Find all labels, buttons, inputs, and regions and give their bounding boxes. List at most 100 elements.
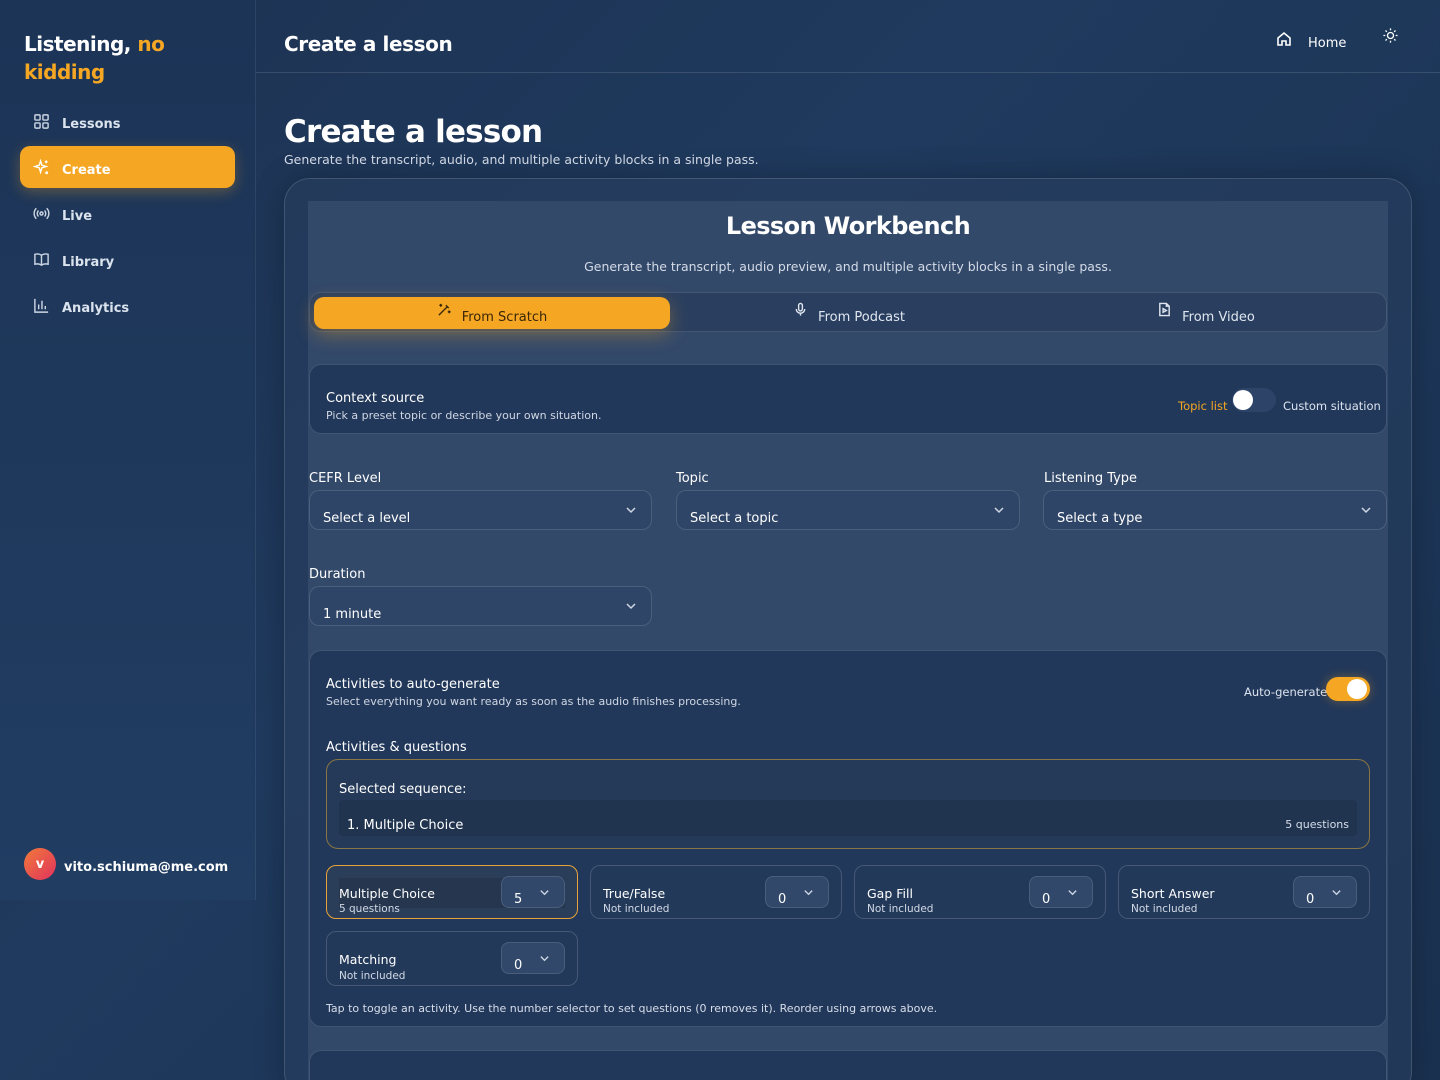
- select-value: Select a level: [323, 511, 411, 526]
- duration-select[interactable]: 1 minute: [309, 586, 652, 626]
- page-subtitle: Generate the transcript, audio, and mult…: [284, 152, 759, 167]
- selected-sequence-label: Selected sequence:: [339, 782, 467, 797]
- home-button[interactable]: Home: [1276, 26, 1346, 51]
- question-count-value: 5: [514, 892, 523, 907]
- mode-tabs: From Scratch From Podcast From Video: [309, 292, 1387, 332]
- chevron-down-icon: [1361, 507, 1371, 514]
- activity-status: Not included: [1131, 903, 1198, 915]
- activity-tile-short-answer[interactable]: Short Answer Not included 0: [1118, 865, 1370, 919]
- workbench-title: Lesson Workbench: [725, 212, 971, 240]
- question-count-select[interactable]: 5: [501, 876, 565, 908]
- home-icon: [1277, 31, 1291, 46]
- sequence-item[interactable]: 1. Multiple Choice 5 questions: [339, 800, 1357, 836]
- activity-tile-multiple-choice[interactable]: Multiple Choice 5 questions 5: [326, 865, 578, 919]
- theme-toggle-button[interactable]: [1382, 27, 1399, 48]
- tab-from-video[interactable]: From Video: [1028, 297, 1384, 329]
- brand-logo[interactable]: Listening, no kidding: [24, 30, 224, 86]
- sidebar-item-label: Lessons: [62, 116, 121, 132]
- topic-select[interactable]: Select a topic: [676, 490, 1020, 530]
- activity-tile-matching[interactable]: Matching Not included 0: [326, 931, 578, 986]
- brand-word-kidding: kidding: [24, 60, 105, 84]
- auto-generate-label: Auto-generate: [1244, 685, 1328, 699]
- broadcast-icon: [32, 204, 50, 222]
- activities-subtitle: Select everything you want ready as soon…: [326, 695, 741, 708]
- home-label: Home: [1308, 36, 1347, 51]
- workbench-subtitle: Generate the transcript, audio preview, …: [584, 259, 1112, 274]
- activity-tile-true-false[interactable]: True/False Not included 0: [590, 865, 842, 919]
- page-title: Create a lesson: [284, 114, 543, 150]
- brand-word-no: no: [137, 32, 165, 56]
- chevron-down-icon: [994, 507, 1004, 514]
- sidebar-item-create[interactable]: Create: [20, 146, 235, 188]
- select-value: 1 minute: [323, 607, 382, 622]
- tab-from-scratch[interactable]: From Scratch: [314, 297, 670, 329]
- sun-icon: [1383, 28, 1398, 43]
- cefr-level-select[interactable]: Select a level: [309, 490, 652, 530]
- topic-list-option[interactable]: Topic list: [1178, 399, 1227, 413]
- sidebar-item-label: Library: [62, 254, 115, 270]
- context-source-toggle[interactable]: [1232, 388, 1276, 412]
- book-icon: [32, 250, 50, 268]
- chevron-down-icon: [626, 603, 636, 610]
- sidebar-item-label: Analytics: [62, 300, 130, 316]
- context-source-title: Context source: [326, 391, 425, 406]
- user-profile[interactable]: v vito.schiuma@me.com: [24, 848, 228, 880]
- question-count-value: 0: [1306, 892, 1315, 907]
- sidebar-item-live[interactable]: Live: [20, 192, 235, 234]
- chevron-down-icon: [540, 956, 549, 962]
- activity-status: 5 questions: [339, 903, 400, 915]
- activity-status: Not included: [339, 970, 406, 982]
- activity-status: Not included: [867, 903, 934, 915]
- question-count-select[interactable]: 0: [765, 876, 829, 908]
- activity-name: True/False: [603, 886, 666, 901]
- activity-status: Not included: [603, 903, 670, 915]
- sidebar-nav: Lessons Create Live Library Analytics: [20, 100, 235, 330]
- context-source-subtitle: Pick a preset topic or describe your own…: [326, 409, 602, 422]
- chevron-down-icon: [626, 507, 636, 514]
- avatar: v: [24, 848, 56, 880]
- sidebar-item-lessons[interactable]: Lessons: [20, 100, 235, 142]
- sequence-item-count: 5 questions: [1285, 818, 1349, 831]
- select-value: Select a topic: [690, 511, 779, 526]
- video-file-icon: [1159, 302, 1170, 316]
- brand-word-listening: Listening,: [24, 32, 131, 56]
- activity-name: Short Answer: [1131, 886, 1215, 901]
- activities-hint: Tap to toggle an activity. Use the numbe…: [326, 1002, 938, 1015]
- activities-title: Activities to auto-generate: [326, 677, 500, 692]
- sidebar: Listening, no kidding Lessons Create Liv…: [0, 0, 256, 900]
- sidebar-item-library[interactable]: Library: [20, 238, 235, 280]
- next-section-card: [309, 1050, 1387, 1080]
- user-email: vito.schiuma@me.com: [64, 859, 229, 875]
- tab-label: From Scratch: [461, 309, 548, 325]
- question-count-select[interactable]: 0: [1293, 876, 1357, 908]
- chevron-down-icon: [540, 890, 549, 896]
- question-count-value: 0: [778, 892, 787, 907]
- duration-label: Duration: [309, 567, 366, 582]
- sequence-item-name: 1. Multiple Choice: [347, 818, 464, 833]
- tab-label: From Video: [1182, 309, 1255, 325]
- activity-tile-gap-fill[interactable]: Gap Fill Not included 0: [854, 865, 1106, 919]
- activities-questions-label: Activities & questions: [326, 740, 467, 755]
- bar-chart-icon: [32, 296, 50, 314]
- sparkle-icon: [32, 158, 50, 176]
- question-count-value: 0: [1042, 892, 1051, 907]
- select-value: Select a type: [1057, 511, 1143, 526]
- chevron-down-icon: [1332, 890, 1341, 896]
- listening-type-label: Listening Type: [1044, 471, 1138, 486]
- microphone-icon: [795, 302, 806, 316]
- auto-generate-toggle[interactable]: [1326, 677, 1370, 701]
- sidebar-item-label: Live: [62, 208, 93, 224]
- listening-type-select[interactable]: Select a type: [1043, 490, 1387, 530]
- tab-from-podcast[interactable]: From Podcast: [671, 297, 1027, 329]
- custom-situation-option[interactable]: Custom situation: [1283, 399, 1381, 413]
- cefr-level-label: CEFR Level: [309, 471, 382, 486]
- sidebar-item-analytics[interactable]: Analytics: [20, 284, 235, 326]
- top-header: Create a lesson Home: [256, 0, 1440, 73]
- question-count-select[interactable]: 0: [501, 942, 565, 974]
- magic-wand-icon: [438, 303, 451, 316]
- chevron-down-icon: [1068, 890, 1077, 896]
- chevron-down-icon: [804, 890, 813, 896]
- activity-name: Multiple Choice: [339, 886, 435, 901]
- header-title: Create a lesson: [284, 32, 453, 56]
- question-count-select[interactable]: 0: [1029, 876, 1093, 908]
